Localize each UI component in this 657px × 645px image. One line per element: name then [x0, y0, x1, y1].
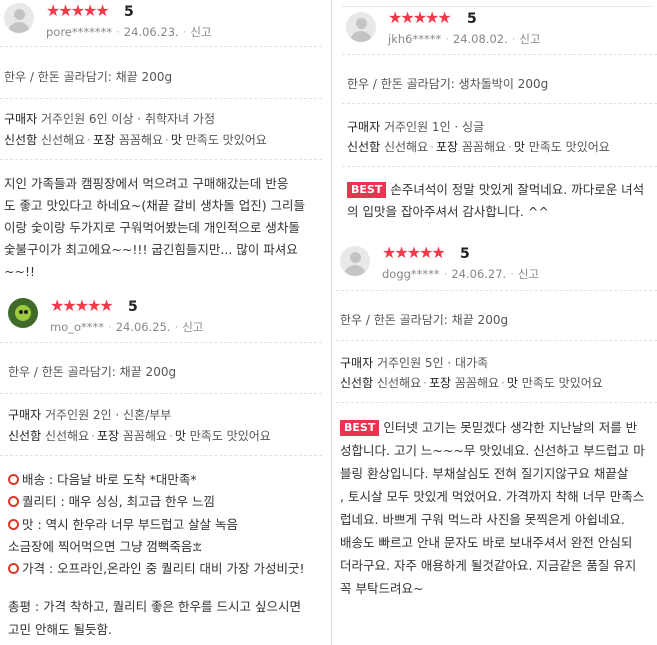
- review-text-line: [8, 580, 326, 596]
- report-link[interactable]: 신고: [518, 267, 539, 281]
- report-link[interactable]: 신고: [190, 25, 211, 39]
- separator: [342, 6, 652, 7]
- star-rating: ★★★★★: [382, 243, 446, 262]
- separator: [0, 393, 322, 394]
- purchase-option: 한우 / 한돈 골라담기: 채끝 200g: [8, 365, 177, 379]
- avatar-default-icon: [4, 3, 34, 33]
- rating-score: 5: [128, 299, 138, 315]
- review-text-line: 이랑 숯이랑 두가지로 구워먹어봤는데 개인적으로 생차돌: [4, 220, 300, 235]
- avatar-default-icon: [340, 246, 370, 276]
- review-text-line: 꼭 부탁드려요~: [340, 581, 424, 596]
- review-text-line: 소금장에 찍어먹으면 그냥 껌뻑죽음𖠊: [8, 538, 203, 554]
- best-badge: BEST: [340, 420, 380, 436]
- reviewer-id: mo_o****: [50, 320, 105, 334]
- evaluation-tags: 신선함 신선해요 · 포장 꼼꼼해요 · 맛 만족도 맛있어요: [347, 140, 610, 154]
- review-meta: pore******* · 24.06.23. · 신고: [46, 25, 212, 39]
- reviewer-id: dogg*****: [382, 267, 440, 281]
- review-date: 24.06.27.: [451, 267, 507, 281]
- review-body: 배송 : 다음날 바로 도착 *대만족* 퀄리티 : 매우 싱싱, 최고급 한우…: [8, 469, 326, 641]
- reviewer-id: pore*******: [46, 25, 113, 39]
- review-text-line: 지인 가족들과 캠핑장에서 먹으려고 구매해갔는데 반응: [4, 176, 289, 191]
- column-divider: [331, 0, 332, 645]
- review-text-line: BEST 손주녀석이 정말 맛있게 잘먹네요. 까다로운 녀석: [347, 179, 657, 201]
- circle-bullet-icon: [8, 518, 19, 530]
- review-text-line: , 토시살 모두 맛있게 먹었어요. 가격까지 착해 너무 만족스: [340, 489, 645, 504]
- review-text-line: 배송도 빠르고 안내 문자도 바로 보내주셔서 완전 안심되: [340, 535, 633, 550]
- review-text-line: 럽네요. 바쁘게 구워 먹느라 사진을 못찍은게 아쉽네요.: [340, 512, 625, 527]
- separator: [0, 342, 322, 343]
- separator: [0, 455, 322, 456]
- separator: [342, 166, 657, 167]
- review-text-line: 블링 환상입니다. 부채살심도 전혀 질기지않구요 채끝살: [340, 466, 629, 481]
- circle-bullet-icon: [8, 496, 19, 508]
- review-text-line: 도 좋고 맛있다고 하네요~(채끝 갈비 생차돌 업진) 그리들: [4, 198, 306, 213]
- separator: [336, 290, 657, 291]
- separator: [342, 54, 657, 55]
- star-rating: ★★★★★: [50, 296, 114, 315]
- avatar-photo-icon: [8, 298, 38, 328]
- review-text-line: ~~!!: [4, 264, 35, 279]
- report-link[interactable]: 신고: [182, 320, 203, 334]
- review-text-line: BEST 인터넷 고기는 못믿겠다 생각한 지난날의 저를 반: [340, 416, 657, 439]
- purchase-option: 한우 / 한돈 골라담기: 생차돌박이 200g: [347, 77, 549, 91]
- report-link[interactable]: 신고: [519, 32, 540, 46]
- review-text-line: 더라구요. 자주 애용하게 될것같아요. 지금같은 품질 유지: [340, 558, 637, 573]
- rating-score: 5: [124, 4, 134, 20]
- star-rating: ★★★★★: [46, 1, 110, 20]
- review-text-line: 가격 : 오프라인,온라인 중 퀄리티 대비 가장 가성비굿!: [8, 558, 326, 580]
- buyer-info: 구매자 거주인원 6인 이상 · 취학자녀 가정: [4, 112, 215, 126]
- review-body: 지인 가족들과 캠핑장에서 먹으려고 구매해갔는데 반응 도 좋고 맛있다고 하…: [4, 173, 326, 283]
- review-text-line: 숯불구이가 최고에요~~!!! 굽긴힘들지만... 많이 파셔요: [4, 242, 298, 257]
- evaluation-tags: 신선함 신선해요 · 포장 꼼꼼해요 · 맛 만족도 맛있어요: [4, 133, 267, 147]
- separator: [0, 98, 322, 99]
- circle-bullet-icon: [8, 474, 19, 485]
- reviewer-id: jkh6*****: [388, 32, 442, 46]
- review-text-line: 성합니다. 고기 느~~~무 맛있네요. 신선하고 부드럽고 마: [340, 443, 645, 458]
- review-body: BEST 손주녀석이 정말 맛있게 잘먹네요. 까다로운 녀석 의 입맛을 잡아주…: [347, 179, 657, 223]
- review-body: BEST 인터넷 고기는 못믿겠다 생각한 지난날의 저를 반 성합니다. 고기 …: [340, 416, 657, 600]
- avatar-default-icon: [346, 12, 376, 42]
- star-rating: ★★★★★: [388, 8, 452, 27]
- separator: [336, 340, 657, 341]
- rating-score: 5: [460, 246, 470, 262]
- review-text-line: 고민 안해도 될듯함.: [8, 621, 112, 637]
- separator: [0, 159, 322, 160]
- separator: [342, 103, 657, 104]
- buyer-info: 구매자 거주인원 2인 · 신혼/부부: [8, 408, 172, 422]
- best-badge: BEST: [347, 182, 387, 198]
- review-text-line: 맛 : 역시 한우라 너무 부드럽고 살살 녹음: [8, 514, 326, 536]
- review-text-line: 의 입맛을 잡아주셔서 감사합니다. ^^: [347, 204, 549, 219]
- separator: [0, 46, 322, 47]
- buyer-info: 구매자 거주인원 5인 · 대가족: [340, 356, 489, 370]
- review-meta: jkh6***** · 24.08.02. · 신고: [388, 32, 541, 46]
- evaluation-tags: 신선함 신선해요 · 포장 꼼꼼해요 · 맛 만족도 맛있어요: [340, 376, 603, 390]
- review-date: 24.06.25.: [115, 320, 171, 334]
- rating-score: 5: [467, 11, 477, 27]
- review-meta: dogg***** · 24.06.27. · 신고: [382, 267, 540, 281]
- separator: [336, 402, 657, 403]
- review-date: 24.08.02.: [452, 32, 508, 46]
- purchase-option: 한우 / 한돈 골라담기: 채끝 200g: [4, 70, 173, 84]
- review-text-line: 총평 : 가격 착하고, 퀄리티 좋은 한우를 드시고 싶으시면: [8, 599, 301, 615]
- evaluation-tags: 신선함 신선해요 · 포장 꼼꼼해요 · 맛 만족도 맛있어요: [8, 429, 271, 443]
- review-meta: mo_o**** · 24.06.25. · 신고: [50, 320, 204, 334]
- review-text-line: 퀄리티 : 매우 싱싱, 최고급 한우 느낌: [8, 491, 326, 513]
- review-date: 24.06.23.: [123, 25, 179, 39]
- purchase-option: 한우 / 한돈 골라담기: 채끝 200g: [340, 313, 509, 327]
- review-text-line: 배송 : 다음날 바로 도착 *대만족*: [8, 469, 326, 491]
- circle-bullet-icon: [8, 563, 19, 575]
- buyer-info: 구매자 거주인원 1인 · 싱글: [347, 120, 485, 134]
